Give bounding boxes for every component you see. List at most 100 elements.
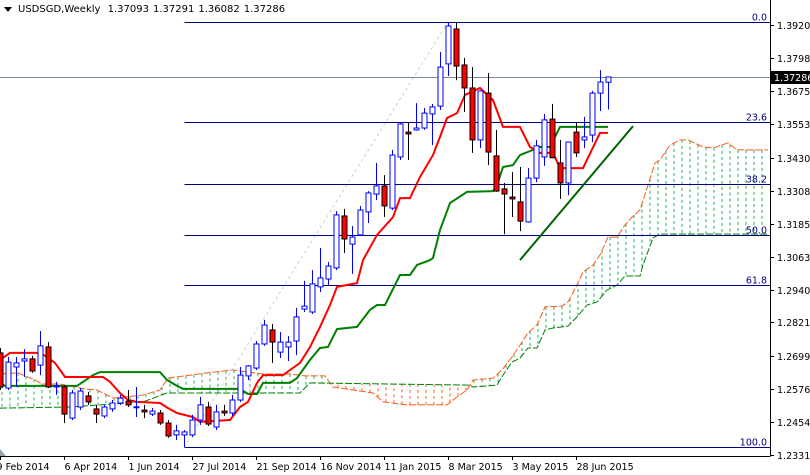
bearish-candle (61, 385, 68, 424)
candle-body (461, 64, 468, 89)
low-value: 1.36082 (198, 4, 240, 15)
bullish-candle (581, 116, 588, 149)
candle-body (125, 400, 132, 406)
fib-level-label: 0.0 (752, 13, 767, 24)
price-tick-label: 1.30630 (777, 253, 810, 264)
candle-body (173, 430, 180, 436)
candle-body (0, 352, 4, 388)
high-value: 1.37291 (152, 4, 195, 15)
bearish-candle (557, 139, 564, 199)
bullish-candle (213, 404, 220, 431)
bearish-candle (509, 172, 516, 218)
bullish-candle (477, 90, 484, 149)
candle-body (581, 136, 588, 141)
kijun-sen-line (0, 125, 608, 395)
bullish-candle (277, 332, 284, 359)
candle-body (117, 397, 124, 404)
time-tick-label: 27 Jul 2014 (193, 462, 247, 473)
bullish-candle (445, 23, 452, 77)
candle-body (237, 374, 244, 401)
bullish-candle (437, 51, 444, 110)
bearish-candle (45, 342, 52, 389)
last-price-label: 1.37286 (774, 73, 810, 84)
bullish-candle (293, 307, 300, 356)
bearish-candle (573, 122, 580, 157)
candle-body (317, 277, 324, 288)
bullish-candle (413, 103, 420, 131)
time-tick-label: 3 May 2015 (513, 462, 569, 473)
bullish-candle (13, 356, 20, 388)
candle-body (189, 419, 196, 436)
candle-body (573, 131, 580, 154)
price-tick-label: 1.23315 (777, 451, 810, 462)
bullish-candle (77, 388, 84, 411)
fib-level-label: 38.2 (746, 175, 767, 186)
bearish-candle (517, 166, 524, 232)
candle-body (301, 305, 308, 310)
bullish-candle (429, 103, 436, 146)
bearish-candle (269, 323, 276, 363)
time-tick-label: 16 Nov 2014 (321, 462, 382, 473)
candle-body (157, 412, 164, 424)
price-chart[interactable]: 0.0 23.6 38.2 50.0 61.8 100.0 1.39205 1.37980 1… (0, 0, 810, 475)
candle-body (77, 390, 84, 408)
candle-body (261, 324, 268, 345)
candle-body (285, 341, 292, 348)
bearish-candle (381, 175, 388, 218)
time-tick-label: 21 Sep 2014 (257, 462, 317, 473)
close-value: 1.37286 (243, 4, 286, 15)
chart-shift-marker-icon[interactable] (0, 449, 6, 456)
time-tick-label: 11 Jan 2015 (385, 462, 442, 473)
price-tick-label: 1.33080 (777, 187, 810, 198)
tenkan-sen-line (0, 86, 608, 423)
bullish-candle (597, 70, 604, 111)
candle-body (293, 316, 300, 342)
price-tick-label: 1.28215 (777, 318, 810, 329)
price-tick-label: 1.24540 (777, 418, 810, 429)
bullish-candle (589, 90, 596, 143)
bullish-candle (5, 356, 12, 390)
candle-body (213, 411, 220, 428)
bullish-candle (253, 341, 260, 370)
bullish-candle (565, 141, 572, 196)
candle-body (333, 214, 340, 269)
bullish-candle (69, 389, 76, 421)
candle-body (101, 406, 108, 417)
candle-body (397, 123, 404, 158)
bearish-candle (549, 103, 556, 159)
time-tick-label: 28 Jun 2015 (577, 462, 634, 473)
candle-body (549, 118, 556, 159)
fib-level-label: 50.0 (746, 226, 767, 237)
time-tick-label: 6 Apr 2014 (65, 462, 118, 473)
bearish-candle (493, 129, 500, 192)
candle-body (13, 362, 20, 368)
price-tick-label: 1.35530 (777, 120, 810, 131)
fib-level-label: 100.0 (740, 438, 767, 449)
dropdown-triangle-icon[interactable] (4, 6, 12, 12)
price-tick-label: 1.26990 (777, 352, 810, 363)
candle-body (325, 265, 332, 280)
open-value: 1.37093 (107, 4, 149, 15)
candle-body (181, 431, 188, 436)
bearish-candle (341, 208, 348, 254)
bullish-candle (525, 168, 532, 223)
candle-body (445, 25, 452, 65)
candle-body (93, 408, 100, 415)
bearish-candle (93, 404, 100, 424)
candle-body (477, 90, 484, 141)
price-tick-label: 1.37980 (777, 54, 810, 65)
candle-body (485, 92, 492, 153)
candle-body (197, 404, 204, 421)
candle-body (533, 145, 540, 179)
bearish-candle (141, 404, 148, 419)
candle-body (109, 402, 116, 410)
fibonacci-trend-line[interactable] (183, 21, 449, 448)
bullish-candle (357, 205, 364, 236)
candle-body (85, 395, 92, 403)
bullish-candle (261, 319, 268, 346)
candle-body (253, 343, 260, 369)
bullish-candle (541, 113, 548, 166)
candle-body (349, 236, 356, 245)
bullish-candle (389, 149, 396, 211)
candle-body (557, 162, 564, 184)
